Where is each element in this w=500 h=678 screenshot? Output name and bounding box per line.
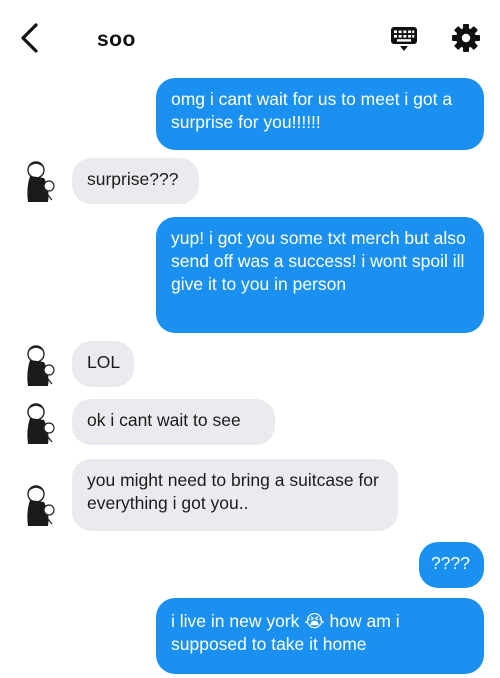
avatar[interactable] <box>18 344 60 388</box>
chat-header: soo <box>0 0 500 78</box>
settings-button[interactable] <box>451 23 481 53</box>
chat-screen: soo omg i cant wait for us to meet i got… <box>0 0 500 678</box>
avatar[interactable] <box>18 402 60 446</box>
message-bubble-incoming[interactable]: you might need to bring a suitcase for e… <box>72 459 398 531</box>
message-bubble-incoming[interactable]: surprise??? <box>72 158 199 204</box>
chevron-left-icon <box>21 23 38 53</box>
message-bubble-outgoing[interactable]: yup! i got you some txt merch but also s… <box>156 217 484 333</box>
message-bubble-outgoing[interactable]: ???? <box>419 542 484 588</box>
message-bubble-outgoing[interactable]: i live in new york 😭 how am i supposed t… <box>156 598 484 674</box>
back-button[interactable] <box>16 22 44 54</box>
gear-icon <box>452 24 480 52</box>
keyboard-button[interactable] <box>389 23 419 53</box>
avatar[interactable] <box>18 484 60 528</box>
message-bubble-incoming[interactable]: LOL <box>72 341 134 387</box>
contact-name[interactable]: soo <box>97 28 136 52</box>
message-bubble-outgoing[interactable]: omg i cant wait for us to meet i got a s… <box>156 78 484 150</box>
keyboard-icon <box>391 27 417 51</box>
avatar[interactable] <box>18 160 60 204</box>
message-bubble-incoming[interactable]: ok i cant wait to see <box>72 399 275 445</box>
